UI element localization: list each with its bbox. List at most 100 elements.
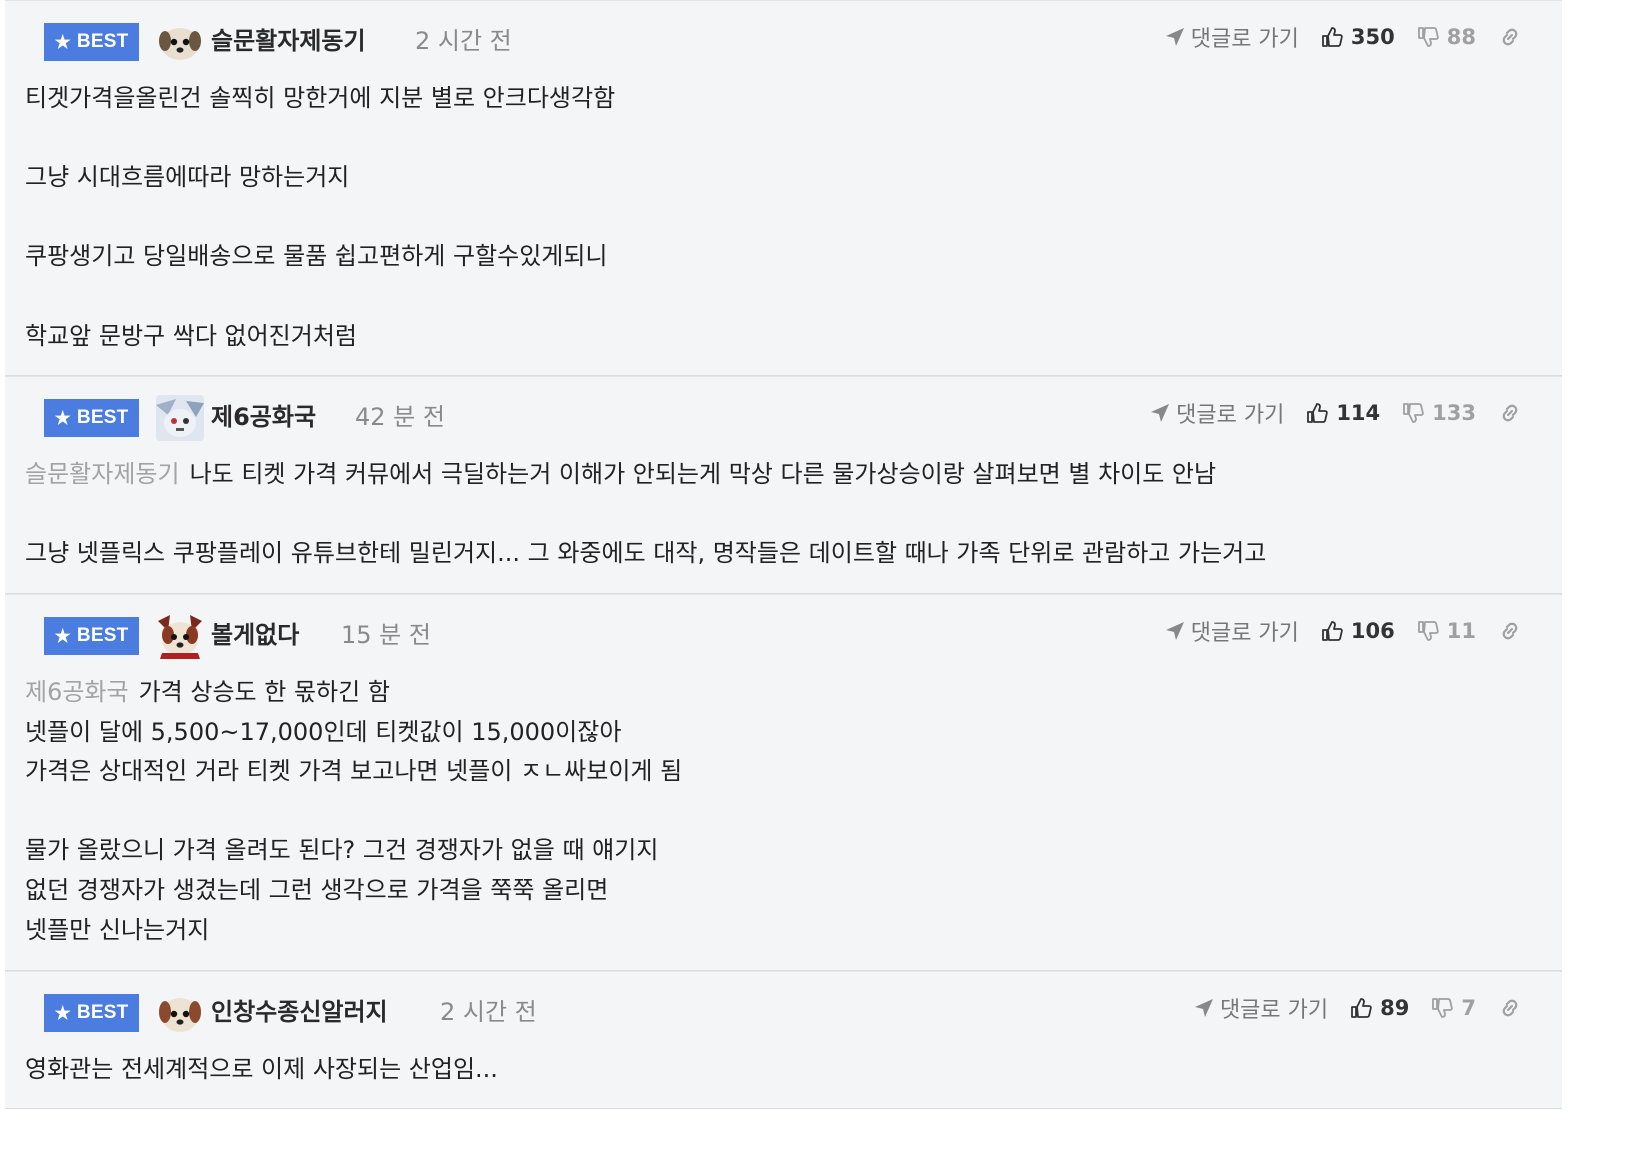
- thumbs-up-icon: [1351, 998, 1372, 1018]
- comment-line: 물가 올랐으니 가격 올려도 된다? 그건 경쟁자가 없을 때 얘기지: [25, 836, 659, 865]
- best-badge: ★ BEST: [44, 23, 139, 61]
- comment-line-blank: [25, 277, 1542, 317]
- go-to-reply-link[interactable]: 댓글로 가기: [1165, 21, 1299, 53]
- thumbs-up-icon: [1307, 403, 1329, 423]
- comment-body: 슬문활자제동기 나도 티켓 가격 커뮤에서 극딜하는거 이해가 안되는게 막상 다…: [25, 455, 1542, 574]
- comment-actions: 댓글로 가기 350 88: [1165, 19, 1522, 55]
- comment-item: ★ BEST 제6공화국 42 분 전 댓글로 가기 114 133 슬문활자제…: [5, 376, 1562, 594]
- go-to-reply-link[interactable]: 댓글로 가기: [1150, 397, 1284, 429]
- comment-line: 학교앞 문방구 싹다 없어진거처럼: [25, 321, 358, 350]
- timestamp: 42 분 전: [355, 403, 445, 431]
- comment-line-blank: [25, 792, 1542, 832]
- go-to-reply-link[interactable]: 댓글로 가기: [1194, 992, 1328, 1024]
- comment-line: 영화관는 전세계적으로 이제 사장되는 산업임...: [25, 1055, 498, 1083]
- thumbs-down-icon: [1417, 621, 1439, 641]
- comment-item: ★ BEST 슬문활자제동기 2 시간 전 댓글로 가기 350 88 티겟가격…: [5, 0, 1562, 376]
- thumbs-up-icon: [1322, 621, 1343, 641]
- comment-text: 나도 티켓 가격 커뮤에서 극딜하는거 이해가 안되는게 막상 다른 물가상승이…: [189, 460, 1217, 488]
- mention-link[interactable]: 슬문활자제동기: [25, 460, 180, 488]
- like-count: 350: [1350, 25, 1395, 49]
- comment-line-blank: [25, 119, 1542, 159]
- nickname[interactable]: 인창수종신알러지: [211, 992, 388, 1032]
- star-icon: ★: [54, 626, 71, 646]
- comment-line: 쿠팡생기고 당일배송으로 물품 쉽고편하게 구할수있게되니: [25, 242, 608, 271]
- dislike-button[interactable]: 7: [1431, 996, 1476, 1020]
- comment-item: ★ BEST 인창수종신알러지 2 시간 전 댓글로 가기 89 7 영화관는 …: [5, 971, 1562, 1109]
- like-count: 106: [1350, 619, 1395, 643]
- link-icon[interactable]: [1498, 401, 1522, 425]
- best-label: BEST: [76, 625, 129, 646]
- dislike-button[interactable]: 133: [1402, 401, 1476, 425]
- dislike-count: 11: [1446, 619, 1476, 643]
- best-label: BEST: [76, 1002, 129, 1023]
- comment-body: 티겟가격을올린건 솔찍히 망한거에 지분 별로 안크다생각함 그냥 시대흐름에따…: [25, 79, 1542, 356]
- best-label: BEST: [76, 407, 129, 428]
- comment-line: 제6공화국 가격 상승도 한 몫하긴 함: [25, 673, 1542, 713]
- like-button[interactable]: 106: [1321, 619, 1395, 643]
- nickname[interactable]: 볼게없다: [211, 615, 299, 655]
- reply-label: 댓글로 가기: [1190, 621, 1299, 646]
- comment-line: 가격은 상대적인 거라 티켓 가격 보고나면 넷플이 ㅈㄴ싸보이게 됨: [25, 757, 683, 786]
- like-button[interactable]: 114: [1306, 401, 1380, 425]
- star-icon: ★: [54, 408, 71, 428]
- comment-body: 영화관는 전세계적으로 이제 사장되는 산업임...: [25, 1050, 1542, 1090]
- like-button[interactable]: 89: [1350, 996, 1409, 1020]
- dislike-count: 7: [1461, 996, 1476, 1020]
- link-icon[interactable]: [1498, 25, 1522, 49]
- star-icon: ★: [54, 1003, 71, 1023]
- avatar[interactable]: [156, 990, 204, 1036]
- comment-text: 가격 상승도 한 몫하긴 함: [138, 678, 390, 706]
- comment-header: ★ BEST 인창수종신알러지 2 시간 전 댓글로 가기 89 7: [25, 972, 1542, 1052]
- comment-header: ★ BEST 슬문활자제동기 2 시간 전 댓글로 가기 350 88: [25, 1, 1542, 81]
- best-badge: ★ BEST: [44, 994, 139, 1032]
- comment-actions: 댓글로 가기 114 133: [1150, 395, 1522, 431]
- comment-line-blank: [25, 495, 1542, 535]
- nickname[interactable]: 제6공화국: [211, 397, 316, 437]
- avatar[interactable]: [156, 613, 204, 659]
- mention-link[interactable]: 제6공화국: [25, 678, 129, 706]
- avatar[interactable]: [156, 19, 204, 65]
- link-icon[interactable]: [1498, 619, 1522, 643]
- link-icon[interactable]: [1498, 996, 1522, 1020]
- comment-header: ★ BEST 제6공화국 42 분 전 댓글로 가기 114 133: [25, 377, 1542, 457]
- comment-line: 그냥 시대흐름에따라 망하는거지: [25, 163, 350, 192]
- comment-line: 티겟가격을올린건 솔찍히 망한거에 지분 별로 안크다생각함: [25, 84, 616, 112]
- comment-actions: 댓글로 가기 106 11: [1165, 613, 1522, 649]
- nickname[interactable]: 슬문활자제동기: [211, 21, 366, 61]
- dislike-button[interactable]: 88: [1417, 25, 1476, 49]
- comment-list: ★ BEST 슬문활자제동기 2 시간 전 댓글로 가기 350 88 티겟가격…: [5, 0, 1562, 1109]
- comment-item: ★ BEST 볼게없다 15 분 전 댓글로 가기 106 11 제6공화국 가…: [5, 594, 1562, 971]
- thumbs-down-icon: [1403, 403, 1424, 423]
- timestamp: 15 분 전: [341, 621, 431, 649]
- send-arrow-icon: [1194, 999, 1213, 1017]
- thumbs-up-icon: [1322, 27, 1343, 47]
- dislike-button[interactable]: 11: [1417, 619, 1476, 643]
- reply-label: 댓글로 가기: [1219, 998, 1329, 1023]
- like-count: 89: [1380, 996, 1410, 1020]
- comment-body: 제6공화국 가격 상승도 한 몫하긴 함 넷플이 달에 5,500~17,000인…: [25, 673, 1542, 950]
- comment-header: ★ BEST 볼게없다 15 분 전 댓글로 가기 106 11: [25, 595, 1542, 675]
- thumbs-down-icon: [1432, 998, 1454, 1018]
- timestamp: 2 시간 전: [415, 27, 512, 55]
- reply-label: 댓글로 가기: [1190, 27, 1299, 52]
- go-to-reply-link[interactable]: 댓글로 가기: [1165, 615, 1299, 647]
- comment-line: 없던 경쟁자가 생겼는데 그런 생각으로 가격을 쭉쭉 올리면: [25, 875, 609, 904]
- avatar[interactable]: [156, 395, 204, 441]
- comment-line: 넷플만 신나는거지: [25, 915, 210, 944]
- best-badge: ★ BEST: [44, 617, 139, 655]
- comment-line: 그냥 넷플릭스 쿠팡플레이 유튜브한테 밀린거지... 그 와중에도 대작, 명…: [25, 539, 1267, 568]
- send-arrow-icon: [1165, 622, 1184, 640]
- star-icon: ★: [54, 32, 71, 52]
- timestamp: 2 시간 전: [440, 998, 537, 1026]
- dislike-count: 88: [1446, 25, 1476, 49]
- send-arrow-icon: [1165, 28, 1184, 46]
- comment-line: 넷플이 달에 5,500~17,000인데 티켓값이 15,000이잖아: [25, 717, 622, 746]
- comment-line-blank: [25, 198, 1542, 238]
- reply-label: 댓글로 가기: [1176, 403, 1285, 428]
- best-label: BEST: [76, 31, 129, 52]
- send-arrow-icon: [1151, 404, 1170, 422]
- like-button[interactable]: 350: [1321, 25, 1395, 49]
- dislike-count: 133: [1432, 401, 1476, 425]
- thumbs-down-icon: [1417, 27, 1439, 47]
- best-badge: ★ BEST: [44, 399, 139, 437]
